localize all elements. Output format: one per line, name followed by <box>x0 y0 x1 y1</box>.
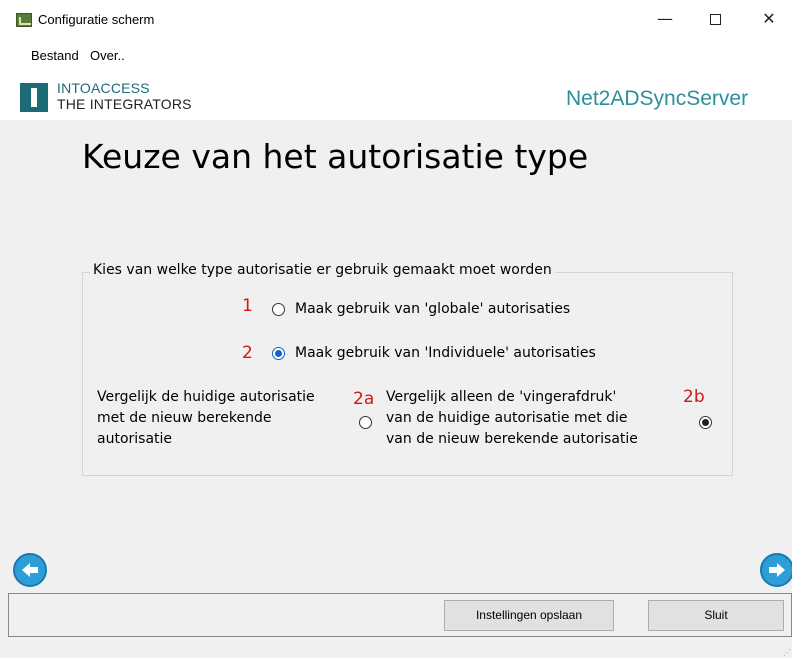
option-2a-number: 2a <box>353 389 375 409</box>
logo-tagline: THE INTEGRATORS <box>57 96 192 112</box>
resize-grip-icon[interactable]: ⋰ <box>783 648 791 657</box>
save-settings-button[interactable]: Instellingen opslaan <box>444 600 614 631</box>
option-2-label[interactable]: Maak gebruik van 'Individuele' autorisat… <box>295 345 596 361</box>
config-window: Configuratie scherm — ✕ Bestand Over.. I… <box>0 0 792 658</box>
arrow-right-icon <box>769 563 785 577</box>
menu-bar: Bestand Over.. <box>0 40 792 70</box>
intoaccess-logo-icon <box>20 83 48 112</box>
menu-about[interactable]: Over.. <box>90 48 125 63</box>
option-2b-line3: van de nieuw berekende autorisatie <box>386 431 638 447</box>
window-title: Configuratie scherm <box>38 12 155 27</box>
forward-button[interactable] <box>760 553 792 587</box>
maximize-icon <box>709 14 721 25</box>
option-2a-line3: autorisatie <box>97 431 173 447</box>
close-button[interactable]: Sluit <box>648 600 784 631</box>
page-title: Keuze van het autorisatie type <box>82 137 589 176</box>
option-2a-line2: met de nieuw berekende <box>97 410 272 426</box>
maximize-button[interactable] <box>692 0 738 38</box>
back-button[interactable] <box>13 553 47 587</box>
radio-global-authorizations[interactable] <box>272 303 285 316</box>
radio-compare-full[interactable] <box>359 416 372 429</box>
option-2b-number: 2b <box>683 387 705 407</box>
menu-file[interactable]: Bestand <box>31 48 79 63</box>
product-name: Net2ADSyncServer <box>566 87 749 110</box>
option-2b-line1: Vergelijk alleen de 'vingerafdruk' <box>386 389 617 405</box>
radio-compare-fingerprint[interactable] <box>699 416 712 429</box>
option-1-label[interactable]: Maak gebruik van 'globale' autorisaties <box>295 301 570 317</box>
minimize-button[interactable]: — <box>642 0 688 38</box>
option-2-number: 2 <box>242 343 253 363</box>
option-2a-line1: Vergelijk de huidige autorisatie <box>97 389 315 405</box>
option-1-number: 1 <box>242 296 253 316</box>
option-2b-line2: van de huidige autorisatie met die <box>386 410 628 426</box>
arrow-left-icon <box>22 563 38 577</box>
logo-company-name: INTOACCESS <box>57 80 150 96</box>
close-window-button[interactable]: ✕ <box>746 0 792 38</box>
option-2b-description: Vergelijk alleen de 'vingerafdruk' van d… <box>386 387 638 450</box>
title-bar: Configuratie scherm — ✕ <box>0 0 792 40</box>
group-legend: Kies van welke type autorisatie er gebru… <box>90 262 555 278</box>
radio-individual-authorizations[interactable] <box>272 347 285 360</box>
app-icon <box>16 13 32 27</box>
option-2a-description: Vergelijk de huidige autorisatie met de … <box>97 387 315 450</box>
